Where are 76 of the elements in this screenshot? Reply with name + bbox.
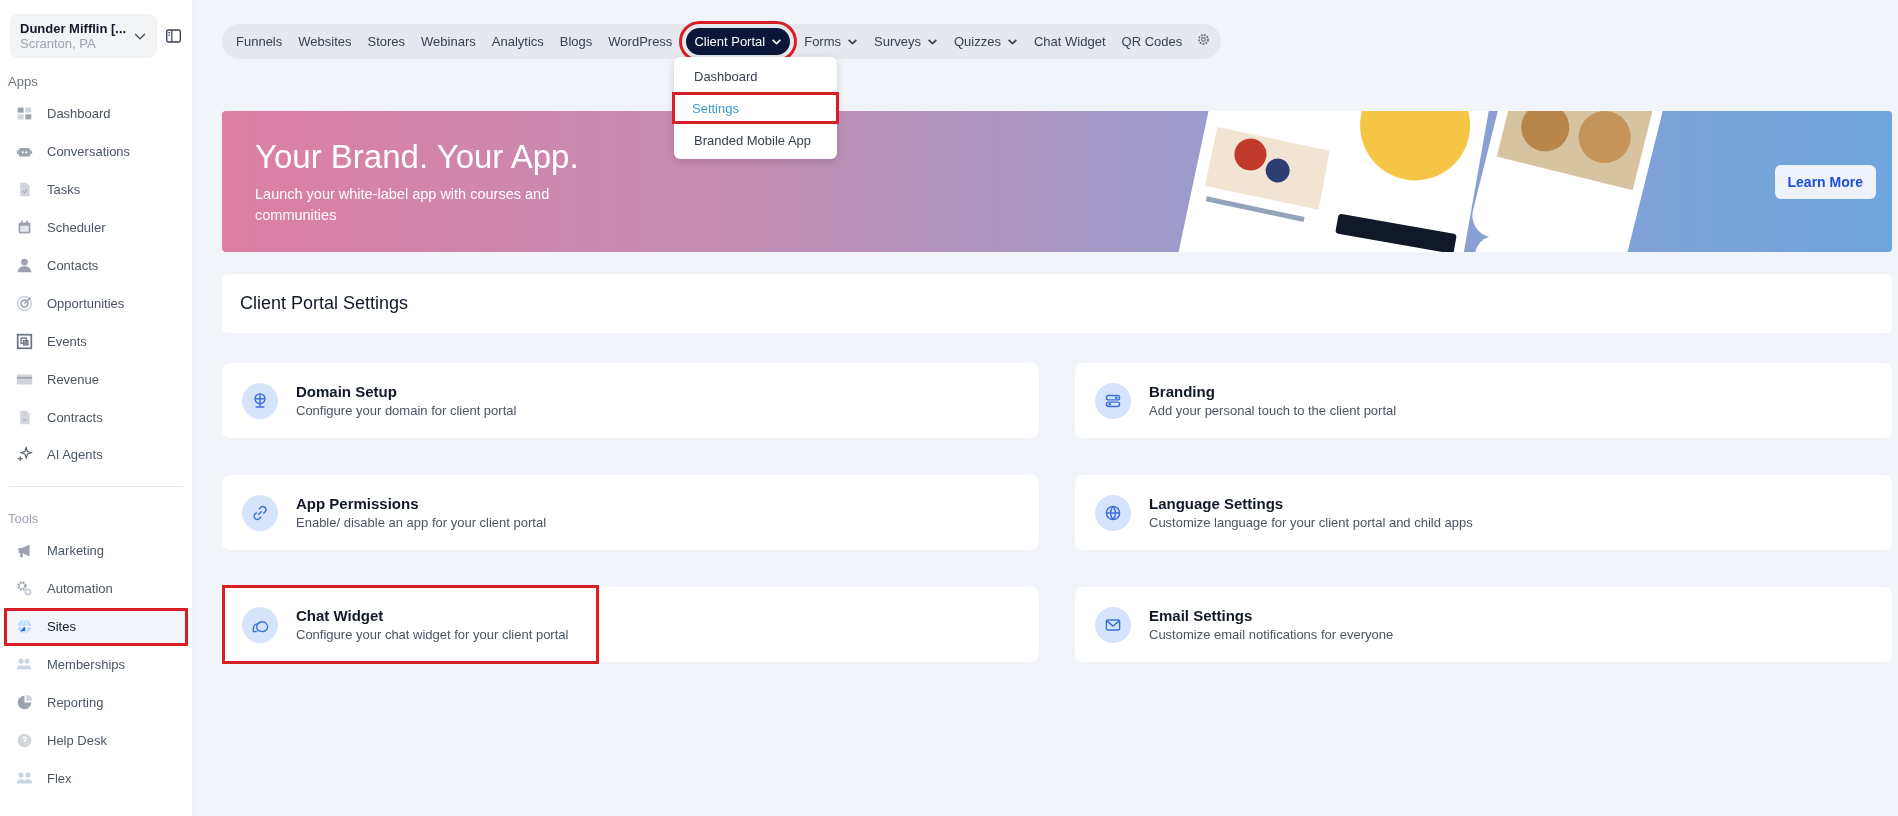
settings-icon — [1196, 32, 1212, 47]
banner-title: Your Brand. Your App. — [255, 137, 579, 176]
nav-tab[interactable]: QR Codes — [1113, 28, 1191, 55]
nav-tab[interactable]: WordPress — [600, 28, 681, 55]
globe-icon — [16, 618, 33, 636]
nav-tab[interactable]: Funnels — [228, 28, 291, 55]
sidebar-item[interactable]: Scheduler — [4, 208, 188, 247]
nav-tab[interactable]: Stores — [359, 28, 414, 55]
pie-chart-icon — [16, 693, 33, 711]
nav-tab[interactable]: Forms — [796, 28, 867, 55]
settings-card[interactable]: Language Settings Customize language for your client portal and child apps — [1075, 475, 1892, 550]
sidebar-item[interactable]: Flex — [4, 759, 188, 798]
sidebar-item[interactable]: Dashboard — [4, 95, 188, 133]
card-description: Configure your domain for client portal — [296, 403, 517, 418]
card-description: Customize language for your client portal and child apps — [1149, 515, 1473, 530]
card-title: Branding — [1149, 383, 1216, 400]
section-title: Client Portal Settings — [222, 274, 1892, 333]
sidebar-item[interactable]: Automation — [4, 569, 188, 608]
sidebar-item[interactable]: Tasks — [4, 170, 188, 209]
sidebar-item[interactable]: Conversations — [4, 132, 188, 171]
section-heading: Tools — [7, 509, 40, 528]
menu-item[interactable]: Branded Mobile App — [674, 124, 837, 156]
settings-card[interactable]: App Permissions Enable/ disable an app for your client portal — [222, 475, 1039, 550]
help-icon — [16, 731, 33, 749]
account-name: Dunder Mifflin [... — [20, 21, 127, 36]
card-description: Customize email notifications for everyone — [1149, 627, 1394, 642]
nav-tab[interactable]: Webinars — [413, 28, 484, 55]
people-icon — [16, 656, 33, 673]
chat-bubble-icon — [242, 606, 278, 643]
nav-tab[interactable]: Chat Widget — [1025, 28, 1114, 55]
nav-tab[interactable]: Surveys — [866, 28, 946, 55]
card-description: Enable/ disable an app for your client portal — [296, 515, 547, 530]
frame-icon — [16, 332, 33, 350]
sidebar-item[interactable]: Sites — [4, 607, 188, 646]
nav-tab[interactable]: Blogs — [551, 28, 601, 55]
globe-icon — [242, 382, 278, 419]
card-title: Chat Widget — [296, 607, 385, 624]
banner-subtitle: Launch your white-label app with courses and communities — [255, 184, 551, 225]
card-title: Language Settings — [1149, 495, 1285, 512]
settings-card[interactable]: Branding Add your personal touch to the client portal — [1075, 363, 1892, 438]
card-title: Email Settings — [1149, 607, 1254, 624]
account-location: Scranton, PA — [20, 36, 97, 51]
settings-card[interactable]: Email Settings Customize email notifications for everyone — [1075, 587, 1892, 662]
card-description: Add your personal touch to the client portal — [1149, 403, 1397, 418]
sidebar-item[interactable]: Help Desk — [4, 721, 188, 760]
nav-tab[interactable]: Websites — [290, 28, 360, 55]
settings-card[interactable]: Domain Setup Configure your domain for client portal — [222, 363, 1039, 438]
target-icon — [16, 294, 33, 312]
sidebar-item[interactable]: Marketing — [4, 531, 188, 570]
sidebar-item[interactable]: Contacts — [4, 246, 188, 285]
toggles-icon — [1095, 382, 1131, 419]
card-description: Configure your chat widget for your client portal — [296, 627, 569, 642]
nav-tab[interactable]: Quizzes — [946, 28, 1026, 55]
sidebar-toggle-icon[interactable] — [164, 27, 182, 45]
person-icon — [16, 257, 33, 274]
sidebar-item[interactable]: Opportunities — [4, 284, 188, 323]
menu-item[interactable]: Dashboard — [674, 60, 837, 92]
gears-icon — [16, 580, 33, 598]
nav-tab[interactable]: Analytics — [483, 28, 552, 55]
sidebar-item[interactable]: Events — [4, 322, 188, 361]
card-title: App Permissions — [296, 495, 420, 512]
link-icon — [242, 494, 278, 531]
sidebar-item[interactable]: Reporting — [4, 683, 188, 722]
sidebar-item[interactable]: Memberships — [4, 645, 188, 684]
card-title: Domain Setup — [296, 383, 398, 400]
sidebar-item[interactable]: Contracts — [4, 398, 188, 436]
mail-icon — [1095, 606, 1131, 643]
section-heading: Apps — [7, 73, 39, 91]
learn-more-button[interactable]: Learn More — [1774, 164, 1876, 199]
sidebar-item[interactable]: Revenue — [4, 360, 188, 399]
globe-icon — [1095, 494, 1131, 531]
megaphone-icon — [16, 542, 33, 560]
account-switcher[interactable]: Dunder Mifflin [... Scranton, PA — [10, 14, 157, 58]
sidebar-item[interactable]: AI Agents — [4, 436, 188, 474]
sparkle-icon — [16, 446, 33, 464]
settings-card[interactable]: Chat Widget Configure your chat widget for your client portal — [222, 587, 1039, 662]
